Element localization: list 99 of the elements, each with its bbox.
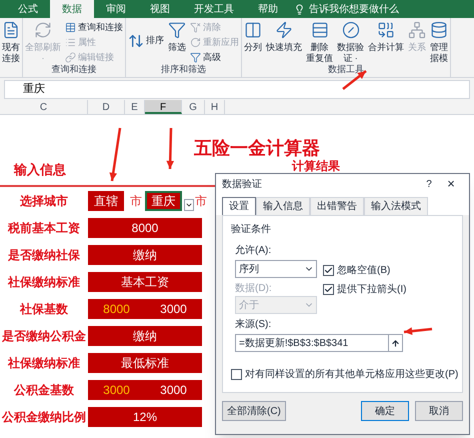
ribbon-button[interactable]: 管理 据模	[428, 18, 450, 64]
row-label: 选择城市	[19, 192, 69, 210]
ribbon-button[interactable]: 分列	[242, 18, 264, 64]
selected-cell[interactable]: 重庆	[145, 190, 182, 210]
checkbox[interactable]	[231, 369, 242, 380]
source-label: 来源(S):	[235, 318, 272, 332]
ribbon-button[interactable]: 删除 重复值	[304, 18, 335, 64]
row-label: 是否缴纳公积金	[1, 328, 87, 344]
clear-all-button[interactable]: 全部清除(C)	[222, 401, 286, 421]
refresh-icon	[34, 21, 52, 39]
merge-icon	[377, 21, 395, 39]
dialog-tab[interactable]: 设置	[222, 197, 256, 215]
filter-icon	[190, 52, 201, 63]
lightning-icon	[275, 21, 293, 39]
checkbox-label: 忽略空值(B)	[337, 264, 390, 278]
value-cell: 缴纳	[88, 244, 202, 264]
ribbon-button[interactable]: 筛选	[166, 18, 188, 64]
ribbon-button[interactable]: 数据验 证 ·	[335, 18, 366, 64]
help-button[interactable]: ?	[419, 176, 439, 192]
allow-select[interactable]: 序列	[235, 260, 317, 278]
rotate-icon	[190, 37, 201, 48]
table-icon	[65, 22, 76, 33]
value-cell-text: 8000	[102, 300, 131, 318]
checkbox-label: 提供下拉箭头(I)	[337, 282, 406, 297]
sheet-title: 五险一金计算器	[194, 137, 321, 159]
unit-label: 市	[195, 192, 207, 210]
check-icon	[324, 285, 333, 294]
collapse-button[interactable]	[389, 334, 403, 352]
filter-clear-icon	[190, 22, 201, 33]
row-label: 社保缴纳标准	[6, 274, 81, 290]
input-heading: 输入信息	[14, 160, 66, 178]
value-cell: 最低标准	[88, 352, 202, 372]
value-cell-text: 3000	[102, 382, 131, 398]
lightbulb-icon	[294, 4, 305, 14]
up-arrow-icon	[391, 338, 400, 348]
ribbon-button[interactable]: 快速填充	[264, 18, 304, 64]
section-label: 验证条件	[231, 223, 272, 237]
close-button[interactable]: ×	[439, 174, 463, 194]
dropdown-button[interactable]	[184, 198, 194, 210]
unit-label: 市	[130, 192, 143, 210]
link-icon	[65, 52, 76, 63]
column-header[interactable]: H	[205, 100, 225, 114]
city-cell: 直辖	[88, 190, 124, 210]
column-header[interactable]: C	[0, 100, 88, 114]
group-label: 查询和连接	[50, 64, 98, 75]
row-label: 公积金缴纳比例	[0, 408, 87, 426]
row-label: 社保基数	[18, 300, 69, 318]
ribbon-button[interactable]: 查询和连接	[65, 21, 123, 34]
ribbon-tab[interactable]: 开发工具	[182, 0, 246, 18]
value-cell: 8000	[88, 218, 202, 238]
value-cell: 基本工资	[88, 272, 202, 292]
dialog-tab[interactable]: 输入法模式	[364, 197, 428, 215]
ribbon-button[interactable]: 高级	[190, 51, 239, 64]
dialog-title: 数据验证	[222, 178, 263, 192]
row-label: 是否缴纳社保	[7, 246, 81, 264]
ribbon-button[interactable]: 排序	[146, 34, 164, 48]
network-icon	[408, 21, 426, 39]
column-header[interactable]: G	[182, 100, 205, 114]
ribbon-button[interactable]: 合并计算	[366, 18, 406, 64]
ribbon-tab[interactable]: 数据	[50, 0, 94, 18]
arrow-icon	[166, 128, 174, 170]
sort-icon[interactable]	[128, 33, 144, 49]
row-label: 税前基本工资	[6, 220, 81, 236]
filter-icon	[168, 21, 186, 39]
ribbon-tab[interactable]: 帮助	[246, 0, 290, 18]
value-cell: 12%	[88, 406, 202, 426]
arrow-icon	[109, 128, 122, 182]
data-label: 数据(D):	[235, 282, 273, 296]
ribbon-tab[interactable]: 审阅	[94, 0, 138, 18]
column-header[interactable]: F	[145, 100, 182, 114]
tell-me-field[interactable]: 告诉我你想要做什么	[309, 2, 399, 16]
dialog-tab[interactable]: 出错警告	[310, 197, 364, 215]
arrow-icon	[404, 327, 432, 335]
dialog-tab[interactable]: 输入信息	[256, 197, 310, 215]
allow-label: 允许(A):	[235, 244, 272, 258]
checkbox[interactable]	[323, 284, 334, 295]
result-heading: 计算结果	[292, 159, 340, 173]
row-label: 公积金基数	[12, 382, 75, 398]
ribbon-tab[interactable]: 视图	[138, 0, 182, 18]
checkbox[interactable]	[323, 265, 334, 276]
source-field[interactable]: =数据更新!$B$3:$B$341	[235, 334, 389, 352]
database-icon	[430, 21, 448, 39]
ok-button[interactable]: 确定	[361, 401, 409, 421]
value-cell-text: 3000	[159, 382, 188, 398]
value-cell-text: 3000	[159, 300, 188, 318]
value-cell: 缴纳	[88, 326, 202, 346]
columns-icon	[244, 21, 262, 39]
ribbon-tab[interactable]: 公式	[6, 0, 50, 18]
formula-field[interactable]: 重庆	[4, 80, 470, 98]
row-label: 社保缴纳标准	[6, 354, 81, 372]
column-header[interactable]: D	[88, 100, 125, 114]
ribbon-button[interactable]: 现有 连接	[0, 18, 22, 75]
no-entry-icon	[342, 21, 360, 39]
group-label: 排序和筛选	[160, 64, 207, 75]
check-icon	[324, 266, 333, 275]
rows-icon	[310, 21, 328, 39]
document-icon	[2, 21, 20, 39]
checkbox-label: 对有同样设置的所有其他单元格应用这些更改(P)	[245, 368, 458, 382]
cancel-button[interactable]: 取消	[415, 401, 463, 421]
